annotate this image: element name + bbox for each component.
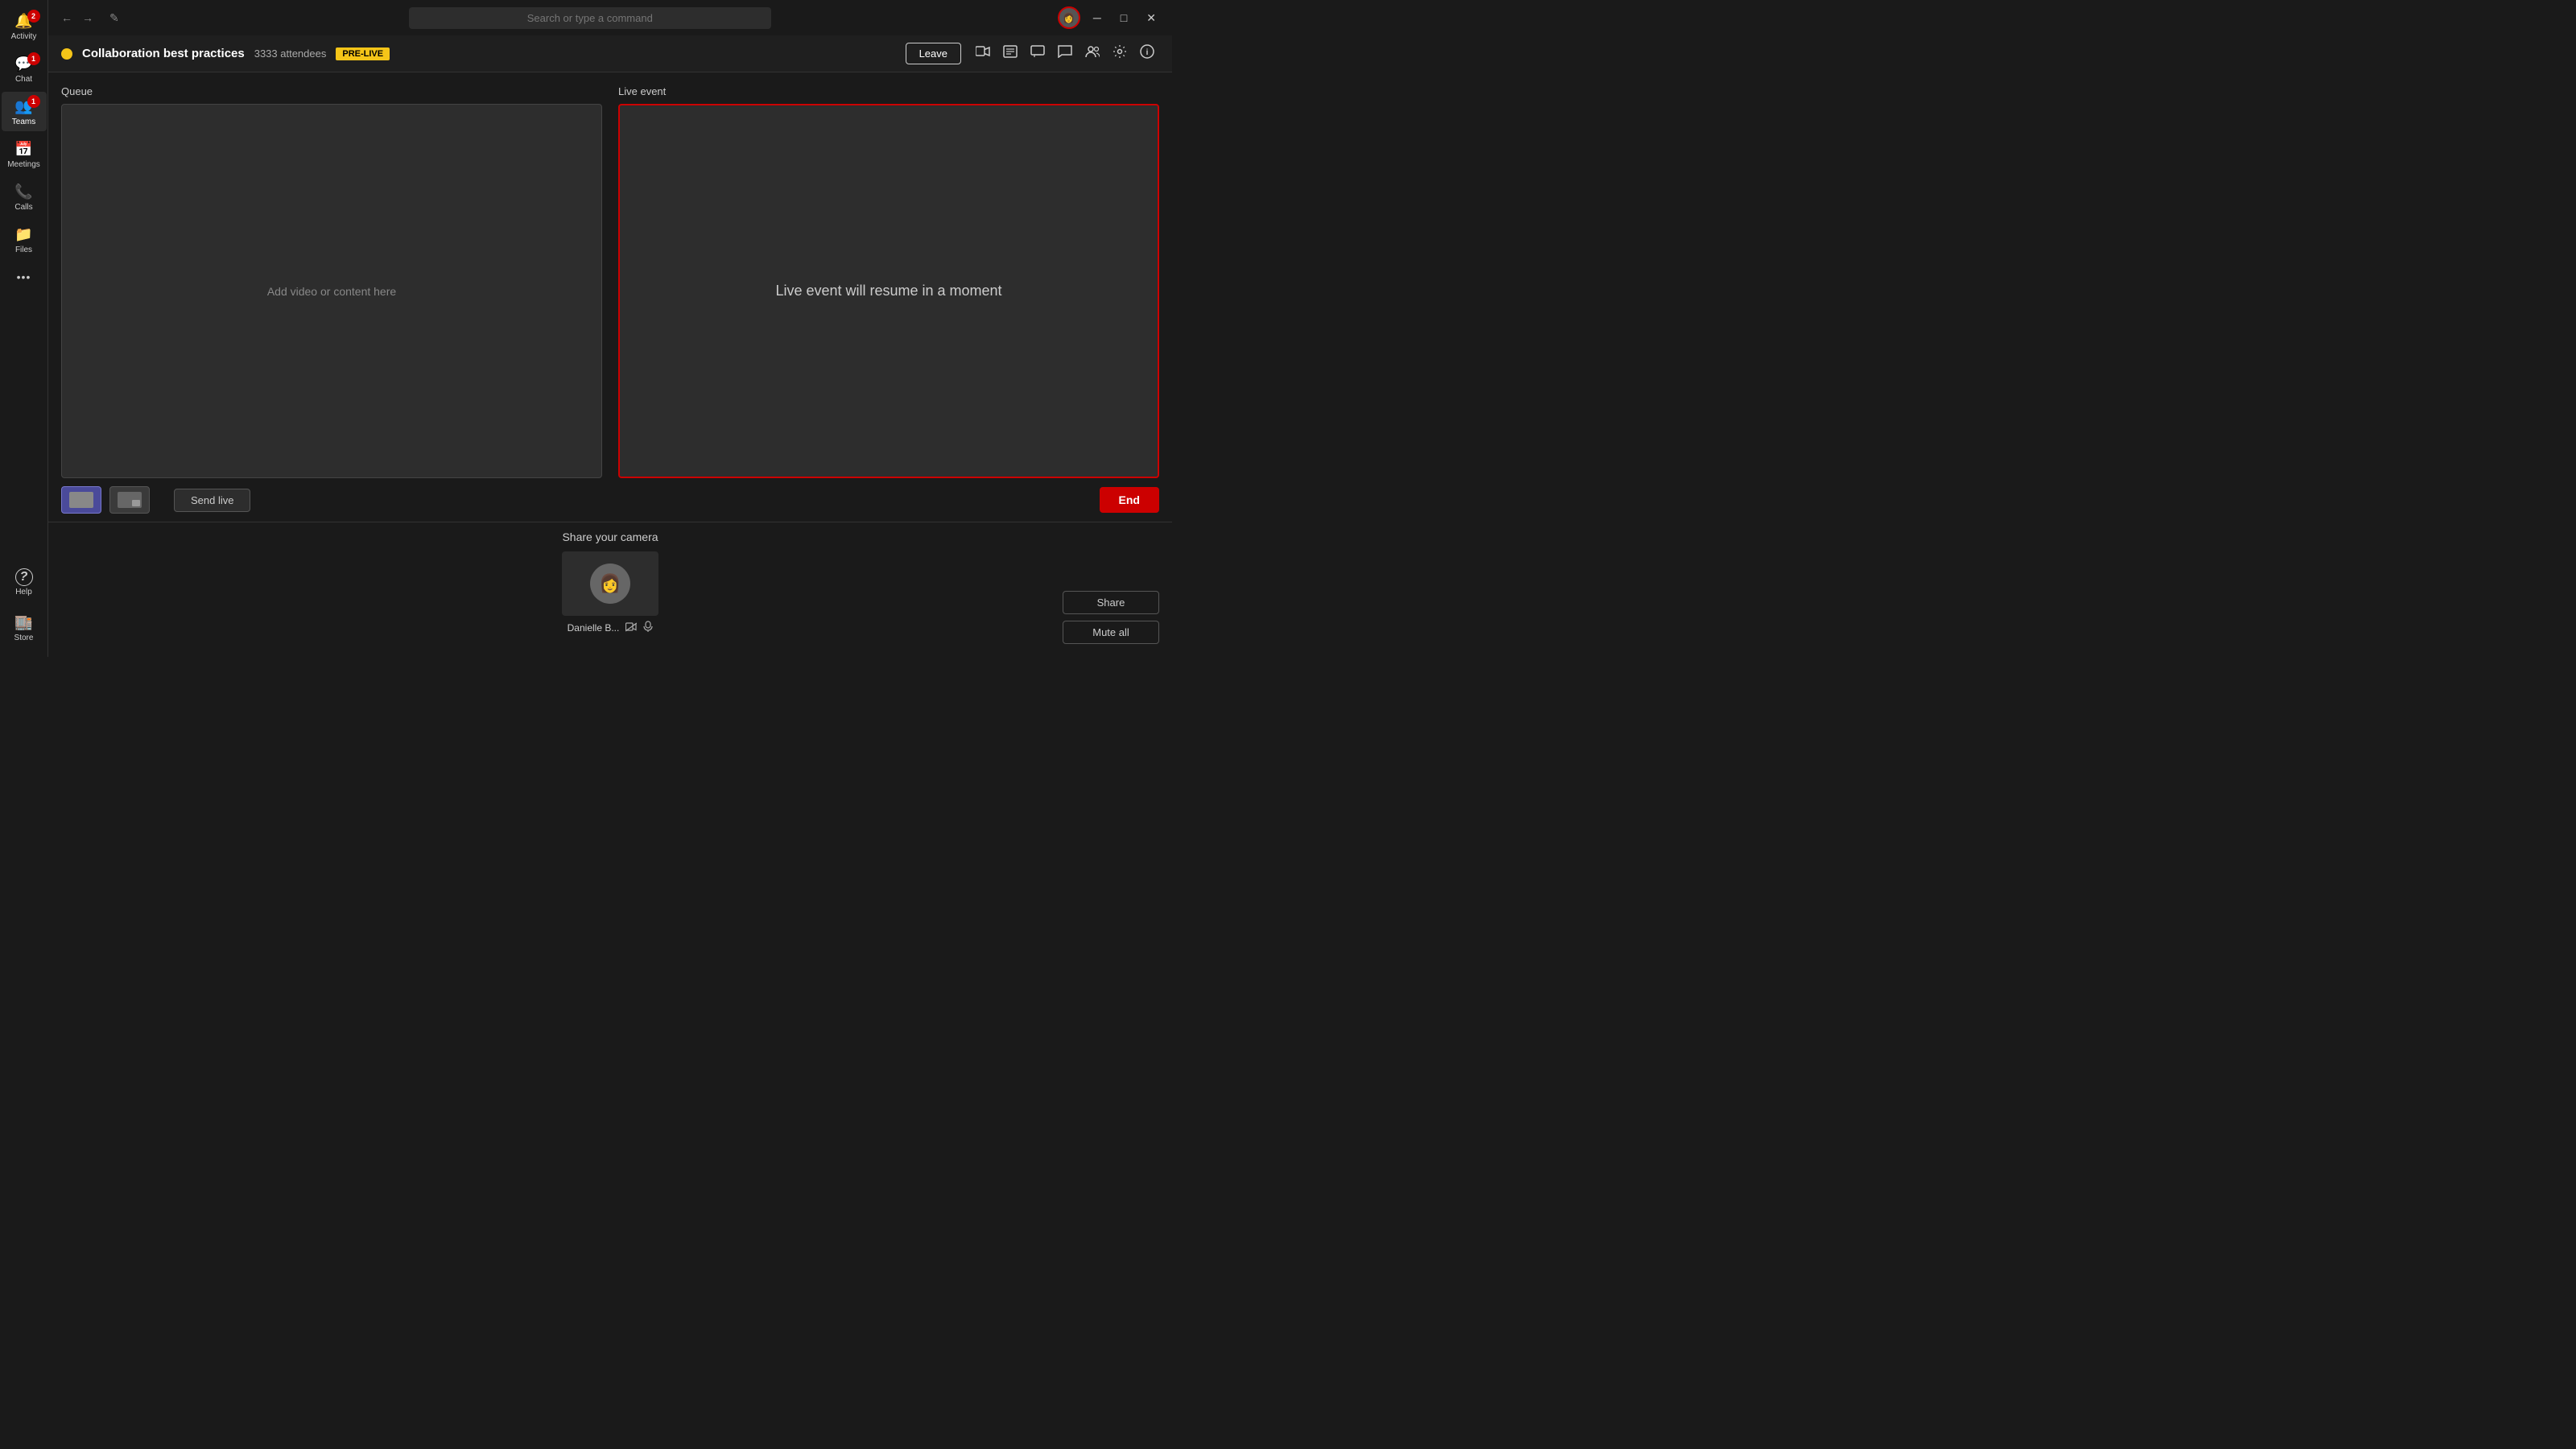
sidebar-item-label: Help	[15, 588, 32, 597]
sidebar-item-more[interactable]: •••	[2, 262, 47, 291]
sidebar-item-help[interactable]: ? Help	[2, 564, 47, 601]
microphone-btn[interactable]	[643, 621, 653, 634]
sidebar-item-activity[interactable]: 🔔 Activity 2	[2, 6, 47, 46]
layout-full-button[interactable]	[61, 486, 101, 514]
live-panel: Live event Live event will resume in a m…	[618, 85, 1159, 478]
restore-button[interactable]: □	[1114, 8, 1133, 27]
minimize-button[interactable]: ─	[1087, 8, 1108, 27]
sidebar-item-teams[interactable]: 👥 Teams 1	[2, 92, 47, 131]
avatar[interactable]: 👩	[1058, 6, 1080, 29]
video-toolbar-btn[interactable]	[971, 41, 995, 66]
nav-arrows: ← →	[58, 8, 97, 27]
sidebar-item-label: Store	[14, 634, 34, 642]
sidebar-item-store[interactable]: 🏬 Store	[2, 608, 47, 647]
layout-pip-icon	[118, 492, 142, 508]
sidebar-item-files[interactable]: 📁 Files	[2, 220, 47, 259]
meetings-icon: 📅	[14, 139, 34, 159]
settings-toolbar-btn[interactable]	[1108, 39, 1132, 68]
attendees-icon	[1085, 45, 1100, 58]
camera-participant: 👩 Danielle B...	[562, 551, 658, 634]
camera-video-feed: 👩	[562, 551, 658, 616]
store-icon: 🏬	[14, 613, 34, 632]
chat-toolbar-btn[interactable]	[1053, 40, 1077, 67]
sidebar: 🔔 Activity 2 💬 Chat 1 👥 Teams 1 📅 Meetin…	[0, 0, 48, 657]
title-bar: ← → ✎ 👩 ─ □ ✕	[48, 0, 1172, 35]
camera-share-label: Share your camera	[562, 530, 658, 543]
sidebar-item-label: Activity	[11, 32, 37, 41]
transcript-icon	[1003, 45, 1018, 58]
live-placeholder-text: Live event will resume in a moment	[775, 283, 1001, 299]
attendees-toolbar-btn[interactable]	[1080, 40, 1104, 67]
end-button[interactable]: End	[1100, 487, 1159, 513]
chat-bubble-icon	[1058, 45, 1072, 58]
chat-badge: 1	[27, 52, 40, 65]
participant-avatar: 👩	[590, 564, 630, 604]
bottom-controls: Send live End	[48, 478, 1172, 522]
activity-badge: 2	[27, 10, 40, 23]
participant-name: Danielle B...	[568, 622, 620, 634]
sidebar-item-label: Meetings	[7, 160, 40, 169]
more-icon: •••	[14, 267, 34, 287]
teams-badge: 1	[27, 95, 40, 108]
sidebar-item-label: Teams	[12, 118, 35, 126]
meeting-title-group: Collaboration best practices 3333 attend…	[61, 47, 390, 60]
camera-share-inner: Share your camera 👩 Danielle B...	[48, 522, 1172, 647]
camera-off-btn[interactable]	[625, 621, 637, 634]
sidebar-item-label: Calls	[14, 203, 32, 212]
info-icon: i	[1140, 44, 1154, 59]
search-input[interactable]	[409, 7, 771, 29]
queue-panel: Queue Add video or content here	[61, 85, 602, 478]
camera-share-section: Share your camera 👩 Danielle B...	[48, 522, 1172, 657]
live-dot-indicator	[61, 48, 72, 60]
layout-full-icon	[69, 492, 93, 508]
qa-icon	[1030, 45, 1045, 58]
new-chat-button[interactable]: ✎	[106, 8, 122, 28]
attendees-count: 3333 attendees	[254, 47, 327, 60]
sidebar-item-label: Chat	[15, 75, 32, 84]
title-bar-right: 👩 ─ □ ✕	[1058, 6, 1162, 29]
transcript-toolbar-btn[interactable]	[998, 40, 1022, 67]
microphone-icon	[643, 621, 653, 632]
sidebar-item-chat[interactable]: 💬 Chat 1	[2, 49, 47, 89]
files-icon: 📁	[14, 225, 34, 244]
camera-off-icon	[625, 622, 637, 632]
back-button[interactable]: ←	[58, 8, 76, 27]
share-button[interactable]: Share	[1063, 591, 1159, 614]
meeting-toolbar: i	[971, 39, 1159, 68]
svg-text:i: i	[1146, 48, 1149, 57]
meeting-header: Collaboration best practices 3333 attend…	[48, 35, 1172, 72]
sidebar-item-calls[interactable]: 📞 Calls	[2, 177, 47, 217]
help-icon: ?	[15, 568, 33, 586]
meeting-title: Collaboration best practices	[82, 47, 245, 60]
title-bar-left: ← → ✎	[58, 8, 122, 28]
sidebar-item-meetings[interactable]: 📅 Meetings	[2, 134, 47, 174]
send-live-button[interactable]: Send live	[174, 489, 250, 512]
main-area: ← → ✎ 👩 ─ □ ✕ Collaboration best practic…	[48, 0, 1172, 657]
pre-live-badge: PRE-LIVE	[336, 47, 390, 60]
info-toolbar-btn[interactable]: i	[1135, 39, 1159, 68]
camera-share-row: 👩 Danielle B...	[61, 551, 1159, 634]
layout-pip-button[interactable]	[109, 486, 150, 514]
calls-icon: 📞	[14, 182, 34, 201]
queue-placeholder-text: Add video or content here	[267, 285, 396, 298]
forward-button[interactable]: →	[79, 8, 97, 27]
close-button[interactable]: ✕	[1140, 8, 1162, 28]
participant-controls	[625, 621, 653, 634]
live-video-area: Live event will resume in a moment	[618, 104, 1159, 478]
queue-label: Queue	[61, 85, 602, 97]
leave-button[interactable]: Leave	[906, 43, 961, 64]
content-area: Queue Add video or content here Live eve…	[48, 72, 1172, 657]
panels-row: Queue Add video or content here Live eve…	[48, 72, 1172, 478]
live-event-label: Live event	[618, 85, 1159, 97]
share-mute-buttons: Share Mute all	[1063, 591, 1159, 644]
queue-video-area: Add video or content here	[61, 104, 602, 478]
video-icon	[976, 46, 990, 57]
sidebar-item-label: Files	[15, 246, 32, 254]
qa-toolbar-btn[interactable]	[1026, 40, 1050, 67]
mute-all-button[interactable]: Mute all	[1063, 621, 1159, 644]
settings-icon	[1113, 44, 1127, 59]
